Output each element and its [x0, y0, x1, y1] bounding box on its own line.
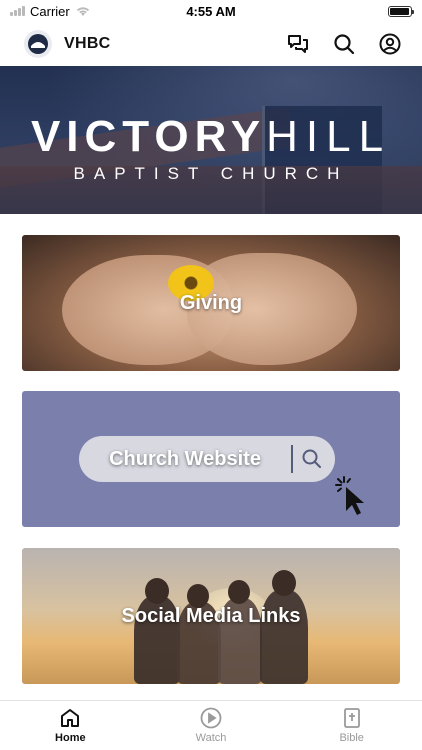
- magnifier-icon: [302, 449, 321, 468]
- church-logo: [24, 30, 52, 58]
- home-icon: [61, 709, 80, 727]
- app-header: VHBC: [0, 24, 422, 64]
- status-left: Carrier: [10, 4, 130, 19]
- tab-watch[interactable]: Watch: [141, 701, 282, 750]
- bottom-tab-bar: Home Watch Bible: [0, 700, 422, 750]
- battery-icon: [388, 5, 414, 17]
- wifi-icon: [76, 7, 89, 16]
- person-head-3: [228, 580, 250, 604]
- cursor-click-icon: [335, 476, 364, 515]
- wordmark-hill: HILL: [266, 112, 392, 161]
- logo-icon: [28, 34, 48, 54]
- status-bar: Carrier 4:55 AM: [0, 0, 422, 22]
- social-media-label: Social Media Links: [121, 604, 301, 627]
- chat-icon[interactable]: [286, 32, 310, 56]
- bible-icon: [343, 708, 360, 728]
- pill-divider: [291, 445, 293, 473]
- wordmark-victory: VICTORY: [30, 112, 267, 161]
- carrier-label: Carrier: [30, 3, 70, 19]
- hero-banner: VICTORYHILL BAPTIST CHURCH: [0, 66, 422, 214]
- search-pill-graphic: Church Website: [79, 436, 335, 482]
- tab-bible-label: Bible: [339, 732, 364, 744]
- giving-label: Giving: [179, 291, 243, 314]
- tab-bible[interactable]: Bible: [281, 701, 422, 750]
- tab-watch-label: Watch: [195, 732, 227, 744]
- tab-home[interactable]: Home: [0, 701, 141, 750]
- wordmark-line1: VICTORYHILL: [0, 114, 422, 160]
- church-wordmark: VICTORYHILL BAPTIST CHURCH: [0, 114, 422, 184]
- person-head-1: [145, 578, 169, 604]
- church-website-card[interactable]: Church Website: [22, 391, 400, 527]
- header-actions: [286, 32, 402, 56]
- wordmark-line2: BAPTIST CHURCH: [73, 164, 349, 183]
- signal-icon: [10, 6, 25, 16]
- play-icon: [200, 707, 222, 729]
- church-website-label: Church Website: [109, 447, 261, 470]
- giving-card[interactable]: Giving: [22, 235, 400, 371]
- search-icon[interactable]: [332, 32, 356, 56]
- person-head-4: [272, 570, 296, 596]
- battery-fill: [390, 7, 409, 15]
- status-right: [292, 5, 414, 17]
- status-time: 4:55 AM: [186, 3, 236, 19]
- tab-home-label: Home: [55, 732, 86, 744]
- app-title: VHBC: [64, 35, 111, 52]
- social-media-card[interactable]: Social Media Links: [22, 548, 400, 684]
- account-icon[interactable]: [378, 32, 402, 56]
